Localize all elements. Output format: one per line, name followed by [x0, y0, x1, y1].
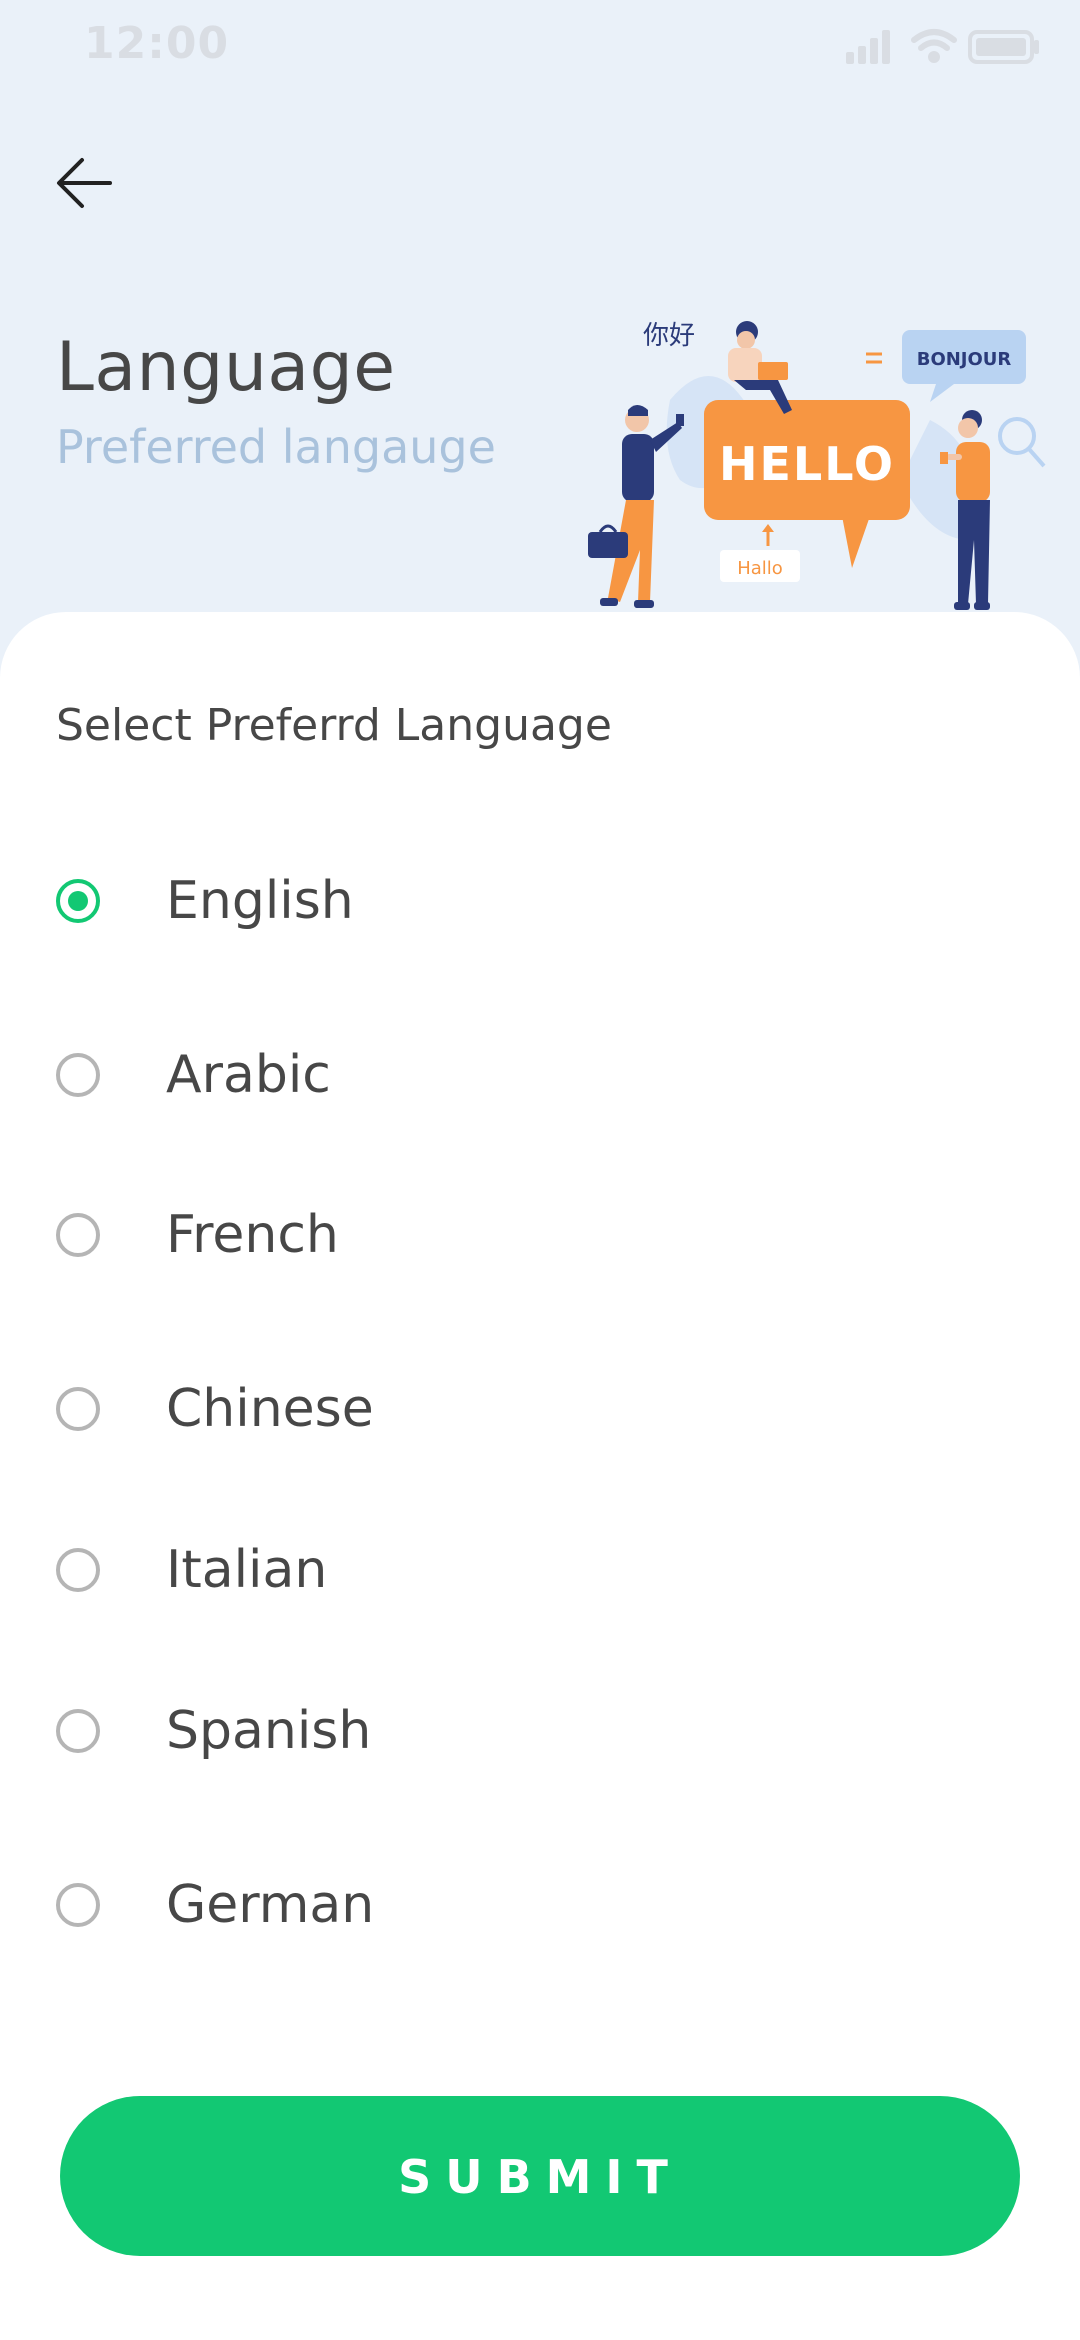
language-option-label: German [166, 1875, 375, 1935]
language-option-label: Spanish [166, 1701, 372, 1761]
status-icons [846, 29, 1039, 64]
radio-unselected-icon[interactable] [56, 1883, 100, 1927]
radio-unselected-icon[interactable] [56, 1053, 100, 1097]
submit-button[interactable]: SUBMIT [60, 2096, 1020, 2256]
arrow-left-icon [57, 158, 112, 208]
person-man-icon [588, 405, 684, 608]
language-illustration: 你好 BONJOUR HELLO Hallo [588, 321, 1046, 610]
swap-icon [866, 352, 882, 364]
language-option-spanish[interactable]: Spanish [56, 1696, 1016, 1776]
radio-unselected-icon[interactable] [56, 1548, 100, 1592]
page-subtitle: Preferred langauge [56, 420, 496, 474]
language-option-italian[interactable]: Italian [56, 1535, 1016, 1615]
signal-icon [846, 30, 890, 64]
language-option-label: Chinese [166, 1379, 374, 1439]
wifi-icon [911, 29, 957, 63]
language-option-chinese[interactable]: Chinese [56, 1374, 1016, 1454]
search-icon [998, 417, 1046, 468]
language-option-label: French [166, 1205, 339, 1265]
greeting-chinese: 你好 [643, 321, 695, 351]
radio-unselected-icon[interactable] [56, 1213, 100, 1257]
language-option-label: Arabic [166, 1045, 331, 1105]
greeting-bonjour: BONJOUR [917, 349, 1012, 370]
status-bar: 12:00 [0, 0, 1080, 100]
status-time: 12:00 [84, 18, 230, 69]
greeting-hello: HELLO [719, 437, 895, 491]
radio-unselected-icon[interactable] [56, 1387, 100, 1431]
battery-icon [968, 30, 1039, 64]
radio-unselected-icon[interactable] [56, 1709, 100, 1753]
greeting-hallo: Hallo [737, 558, 783, 579]
language-option-label: Italian [166, 1540, 328, 1600]
back-button[interactable] [52, 150, 122, 220]
radio-selected-icon[interactable] [56, 879, 100, 923]
section-label: Select Preferrd Language [56, 700, 612, 751]
language-option-english[interactable]: English [56, 866, 1016, 946]
language-option-german[interactable]: German [56, 1870, 1016, 1950]
language-option-french[interactable]: French [56, 1200, 1016, 1280]
page-title: Language [56, 328, 396, 407]
language-option-arabic[interactable]: Arabic [56, 1040, 1016, 1120]
language-option-label: English [166, 871, 354, 931]
